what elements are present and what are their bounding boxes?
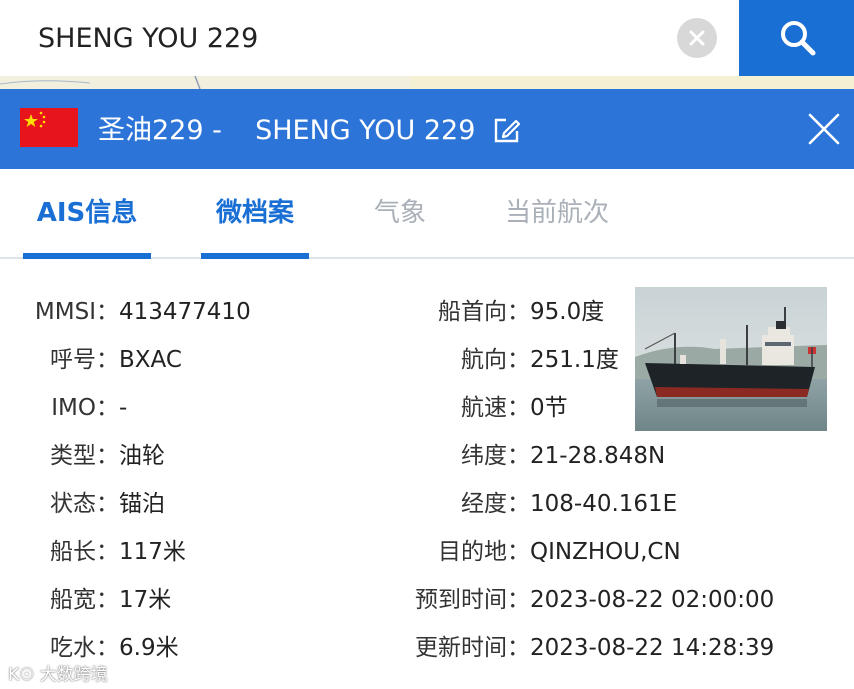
detail-row-imo: IMO：- xyxy=(12,388,127,428)
detail-value: 108-40.161E xyxy=(530,491,678,517)
detail-row-longitude: 经度：108-40.161E xyxy=(400,484,677,524)
detail-label: 预到时间： xyxy=(415,587,530,613)
close-button[interactable] xyxy=(806,111,842,147)
detail-value: 2023-08-22 14:28:39 xyxy=(530,635,775,661)
detail-row-callsign: 呼号：BXAC xyxy=(12,340,182,380)
detail-value: 锚泊 xyxy=(119,491,165,517)
detail-value: - xyxy=(119,395,128,421)
detail-label: 船首向： xyxy=(438,299,530,325)
detail-value: 413477410 xyxy=(119,299,251,325)
detail-label: 目的地： xyxy=(438,539,530,565)
detail-label: 船长： xyxy=(50,539,119,565)
detail-value: 21-28.848N xyxy=(530,443,666,469)
search-button[interactable] xyxy=(739,0,854,76)
tab-bar: AIS信息 微档案 气象 当前航次 xyxy=(0,169,854,259)
detail-value: 2023-08-22 02:00:00 xyxy=(530,587,775,613)
detail-row-destination: 目的地：QINZHOU,CN xyxy=(400,532,681,572)
detail-value: 0节 xyxy=(530,395,568,421)
vessel-title-bar: 圣油229 - SHENG YOU 229 xyxy=(0,89,854,169)
detail-value: 95.0度 xyxy=(530,299,605,325)
tab-micro-archive[interactable]: 微档案 xyxy=(201,193,309,259)
detail-label: 纬度： xyxy=(461,443,530,469)
detail-row-status: 状态：锚泊 xyxy=(12,484,165,524)
detail-value: 251.1度 xyxy=(530,347,619,373)
detail-label: MMSI： xyxy=(34,299,119,325)
edit-pencil-icon[interactable] xyxy=(492,115,522,145)
detail-row-latitude: 纬度：21-28.848N xyxy=(400,436,665,476)
close-x-icon xyxy=(808,113,840,145)
search-input[interactable] xyxy=(38,14,658,62)
detail-label: 船宽： xyxy=(50,587,119,613)
detail-value: BXAC xyxy=(119,347,182,373)
detail-label: 类型： xyxy=(50,443,119,469)
china-flag-icon xyxy=(20,108,78,147)
detail-label: 经度： xyxy=(461,491,530,517)
tab-current-voyage[interactable]: 当前航次 xyxy=(496,193,618,259)
map-background xyxy=(0,76,854,89)
detail-label: 状态： xyxy=(50,491,119,517)
tab-ais-info[interactable]: AIS信息 xyxy=(23,193,151,259)
detail-row-speed: 航速：0节 xyxy=(400,388,568,428)
detail-row-beam: 船宽：17米 xyxy=(12,580,171,620)
detail-row-type: 类型：油轮 xyxy=(12,436,165,476)
detail-row-updated: 更新时间：2023-08-22 14:28:39 xyxy=(400,628,774,668)
detail-label: 航速： xyxy=(461,395,530,421)
ship-photo[interactable] xyxy=(635,287,827,431)
tab-weather[interactable]: 气象 xyxy=(364,193,436,259)
search-bar xyxy=(0,0,854,76)
detail-value: 117米 xyxy=(119,539,186,565)
detail-row-length: 船长：117米 xyxy=(12,532,186,572)
detail-value: 油轮 xyxy=(119,443,165,469)
watermark-logo-icon: K☉ xyxy=(8,665,35,685)
detail-label: 航向： xyxy=(461,347,530,373)
detail-row-heading: 船首向：95.0度 xyxy=(400,292,604,332)
detail-value: 6.9米 xyxy=(119,635,179,661)
detail-row-eta: 预到时间：2023-08-22 02:00:00 xyxy=(400,580,774,620)
watermark-text: 大数跨境 xyxy=(39,665,108,685)
vessel-name-cn: 圣油229 - xyxy=(98,115,222,146)
detail-value: QINZHOU,CN xyxy=(530,539,681,565)
clear-x-icon xyxy=(689,30,705,46)
magnifier-icon xyxy=(781,21,816,56)
vessel-title: 圣油229 - SHENG YOU 229 xyxy=(98,111,522,151)
detail-label: IMO： xyxy=(51,395,119,421)
watermark: K☉ 大数跨境 xyxy=(8,660,108,685)
clear-search-button[interactable] xyxy=(677,18,717,58)
vessel-name-en: SHENG YOU 229 xyxy=(255,115,476,146)
detail-row-course: 航向：251.1度 xyxy=(400,340,619,380)
detail-label: 更新时间： xyxy=(415,635,530,661)
detail-value: 17米 xyxy=(119,587,172,613)
detail-label: 呼号： xyxy=(50,347,119,373)
detail-row-mmsi: MMSI：413477410 xyxy=(12,292,251,332)
